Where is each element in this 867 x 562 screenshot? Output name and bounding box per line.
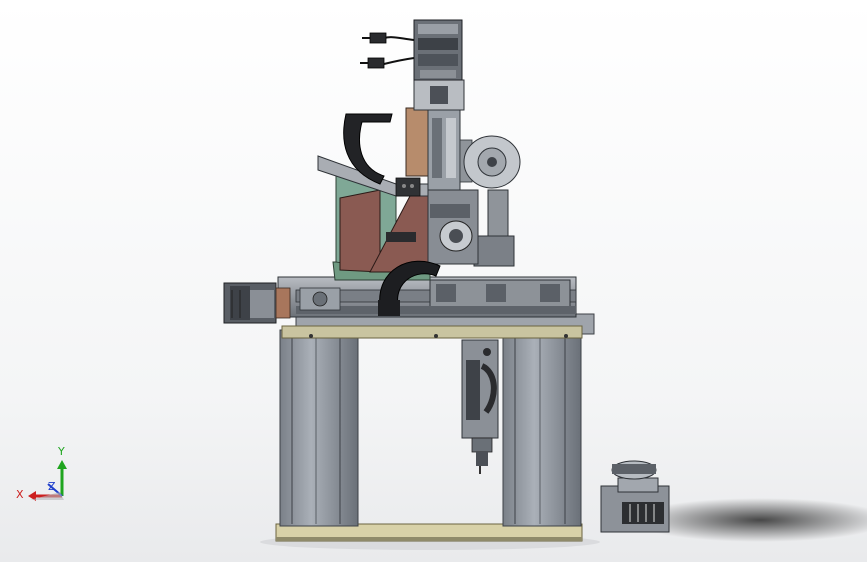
assembly-drawing: X Y Z — [16, 19, 867, 550]
cad-viewport[interactable]: X Y Z — [0, 0, 867, 562]
stepper-motor[interactable] — [413, 19, 463, 81]
motor-cable-connectors — [360, 32, 415, 69]
vertical-lead-screw-stage[interactable] — [405, 79, 465, 193]
servo-motor[interactable] — [223, 282, 291, 324]
feeder-box[interactable] — [600, 460, 670, 533]
brown-gusset-left — [339, 189, 381, 273]
triad-y-label: Y — [57, 445, 65, 458]
triad-x-label: X — [16, 488, 24, 501]
nozzle-head[interactable] — [461, 339, 499, 474]
triad-z-label: Z — [48, 480, 56, 493]
orientation-triad[interactable]: X Y Z — [16, 445, 67, 501]
horizontal-linear-stage[interactable] — [277, 276, 577, 318]
machine-frame[interactable] — [275, 313, 595, 542]
triad-y-axis: Y — [57, 445, 67, 496]
